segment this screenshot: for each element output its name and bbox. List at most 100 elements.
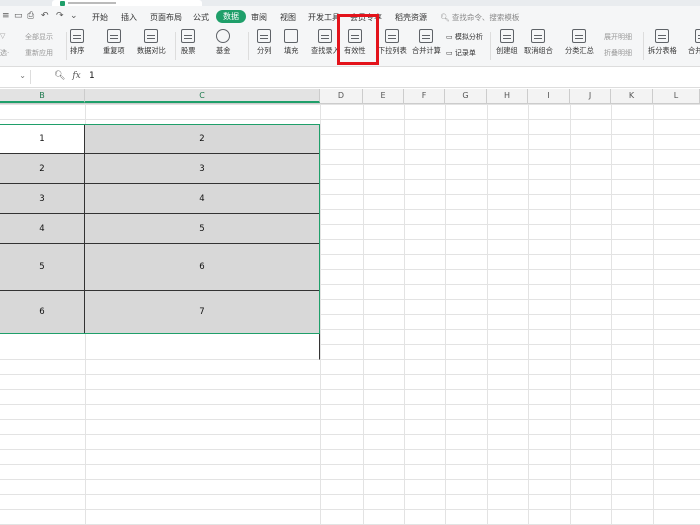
menu-icon[interactable]: ≡ xyxy=(2,11,10,21)
cell-b[interactable]: 5 xyxy=(0,244,85,291)
column-header-row: B C D E F G H I J K L xyxy=(0,89,700,104)
separator xyxy=(66,32,67,60)
what-if-analysis-button[interactable]: ▭ 模拟分析 xyxy=(446,32,483,42)
fill-icon xyxy=(284,29,299,43)
sort-icon xyxy=(70,29,85,43)
column-header-g[interactable]: G xyxy=(445,89,487,103)
print-icon[interactable]: ⎙ xyxy=(27,11,34,21)
column-header-l[interactable]: L xyxy=(653,89,700,103)
stock-button[interactable]: 股票 xyxy=(181,29,195,56)
group-icon xyxy=(499,29,514,43)
fx-icon[interactable]: fx xyxy=(72,71,80,81)
dropdown-list-icon xyxy=(385,29,400,43)
lookup-entry-button[interactable]: 查找录入 xyxy=(311,29,340,56)
chevron-down-icon[interactable]: ⌄ xyxy=(19,71,26,80)
subtotal-icon xyxy=(572,29,587,43)
cell-c[interactable]: 7 xyxy=(85,291,320,334)
cell-b[interactable]: 1 xyxy=(0,124,85,154)
column-header-j[interactable]: J xyxy=(570,89,611,103)
stock-icon xyxy=(181,29,196,43)
formula-tools: 🔍︎ fx xyxy=(54,71,81,81)
filter-icon[interactable]: ▽ xyxy=(0,32,5,40)
split-table-icon xyxy=(655,29,670,43)
column-header-f[interactable]: F xyxy=(404,89,445,103)
fund-button[interactable]: 基金 xyxy=(216,29,230,56)
collapse-detail-button[interactable]: 折叠明细 xyxy=(604,48,632,58)
zoom-icon[interactable]: 🔍︎ xyxy=(54,71,65,81)
column-header-h[interactable]: H xyxy=(487,89,528,103)
duplicates-icon xyxy=(106,29,121,43)
filter-dropdown[interactable]: 选· xyxy=(0,48,9,58)
expand-detail-button[interactable]: 展开明细 xyxy=(604,32,632,42)
tab-review[interactable]: 审阅 xyxy=(251,12,267,23)
cell-c[interactable]: 2 xyxy=(85,124,320,154)
cell-c-empty[interactable] xyxy=(85,334,320,360)
record-form-button[interactable]: ▭ 记录单 xyxy=(446,48,476,58)
tab-data[interactable]: 数据 xyxy=(216,10,246,23)
cell-b[interactable]: 3 xyxy=(0,184,85,214)
duplicates-button[interactable]: 重复项 xyxy=(103,29,125,56)
subtotal-button[interactable]: 分类汇总 xyxy=(565,29,594,56)
lookup-icon xyxy=(318,29,333,43)
tab-docer[interactable]: 稻壳资源 xyxy=(395,12,427,23)
watermark xyxy=(583,470,693,482)
fill-button[interactable]: 填充 xyxy=(284,29,298,56)
document-title-placeholder xyxy=(68,2,116,4)
grid-line xyxy=(487,104,488,525)
consolidate-button[interactable]: 合并计算 xyxy=(412,29,441,56)
column-header-d[interactable]: D xyxy=(320,89,363,103)
grid-line xyxy=(404,104,405,525)
command-search[interactable]: 🔍︎ 查找命令、搜索模板 xyxy=(440,12,519,23)
show-all-button[interactable]: 全部显示 xyxy=(25,32,53,42)
compare-button[interactable]: 数据对比 xyxy=(137,29,166,56)
cell-c[interactable]: 4 xyxy=(85,184,320,214)
tab-developer[interactable]: 开发工具 xyxy=(308,12,340,23)
save-icon[interactable]: ▭ xyxy=(14,11,23,21)
tab-formulas[interactable]: 公式 xyxy=(193,12,209,23)
cell-b[interactable]: 6 xyxy=(0,291,85,334)
column-header-e[interactable]: E xyxy=(363,89,404,103)
grid-line xyxy=(445,104,446,525)
grid-line xyxy=(611,104,612,525)
tab-home[interactable]: 开始 xyxy=(92,12,108,23)
tab-insert[interactable]: 插入 xyxy=(121,12,137,23)
redo-icon[interactable]: ↷ xyxy=(56,11,64,21)
tab-page-layout[interactable]: 页面布局 xyxy=(150,12,182,23)
chevron-down-icon[interactable]: ⌄ xyxy=(70,11,78,21)
cell-c[interactable]: 3 xyxy=(85,154,320,184)
tab-view[interactable]: 视图 xyxy=(280,12,296,23)
separator xyxy=(175,32,176,60)
dropdown-list-button[interactable]: 下拉列表 xyxy=(378,29,407,56)
grid-line xyxy=(570,104,571,525)
sort-button[interactable]: 排序 xyxy=(70,29,84,56)
cell-b[interactable]: 4 xyxy=(0,214,85,244)
ungroup-button[interactable]: 取消组合 xyxy=(524,29,553,56)
split-table-button[interactable]: 拆分表格 xyxy=(648,29,677,56)
cell-b[interactable]: 2 xyxy=(0,154,85,184)
column-header-k[interactable]: K xyxy=(611,89,653,103)
compare-icon xyxy=(144,29,159,43)
group-button[interactable]: 创建组 xyxy=(496,29,518,56)
cell-b-empty[interactable] xyxy=(0,334,85,360)
search-placeholder: 查找命令、搜索模板 xyxy=(451,13,520,22)
cell-c[interactable]: 5 xyxy=(85,214,320,244)
column-header-c[interactable]: C xyxy=(85,89,320,103)
grid-line xyxy=(653,104,654,525)
cell-c[interactable]: 6 xyxy=(85,244,320,291)
undo-icon[interactable]: ↶ xyxy=(41,11,49,21)
grid-line xyxy=(320,104,321,525)
separator xyxy=(248,32,249,60)
merge-table-button[interactable]: 合并表格 xyxy=(688,29,700,56)
column-header-b[interactable]: B xyxy=(0,89,85,103)
formula-input[interactable]: 1 xyxy=(89,71,95,81)
fund-icon xyxy=(216,29,231,43)
separator xyxy=(490,32,491,60)
text-to-columns-button[interactable]: 分列 xyxy=(257,29,271,56)
separator xyxy=(643,32,644,60)
name-box[interactable]: ⌄ xyxy=(0,70,31,84)
grid-line xyxy=(528,104,529,525)
validation-highlight-box xyxy=(337,14,379,65)
columns-icon xyxy=(257,29,272,43)
reapply-button[interactable]: 重新应用 xyxy=(25,48,53,58)
column-header-i[interactable]: I xyxy=(528,89,570,103)
